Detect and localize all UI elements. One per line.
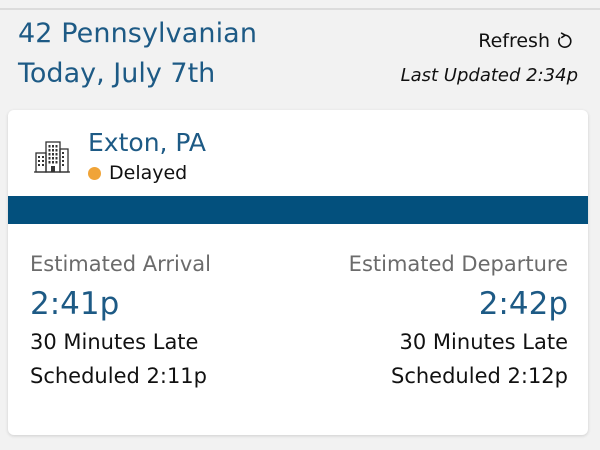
refresh-label: Refresh: [478, 30, 550, 52]
train-date: Today, July 7th: [18, 58, 216, 89]
station-card[interactable]: Exton, PA Delayed Estimated Arrival 2:41…: [8, 110, 588, 435]
arrival-label: Estimated Arrival: [30, 252, 211, 276]
arrival-scheduled: Scheduled 2:11p: [30, 364, 207, 388]
station-name: Exton, PA: [88, 128, 207, 157]
departure-time: 2:42p: [478, 286, 568, 322]
refresh-button[interactable]: Refresh: [478, 30, 574, 52]
last-updated-text: Last Updated 2:34p: [400, 65, 578, 86]
arrival-time: 2:41p: [30, 286, 120, 322]
departure-late: 30 Minutes Late: [399, 330, 568, 354]
departure-column: Estimated Departure 2:42p 30 Minutes Lat…: [349, 252, 568, 388]
departure-label: Estimated Departure: [348, 252, 568, 276]
station-row: Exton, PA Delayed: [8, 110, 588, 196]
times-section: Estimated Arrival 2:41p 30 Minutes Late …: [8, 224, 588, 435]
arrival-late: 30 Minutes Late: [30, 330, 199, 354]
status-badge: Delayed: [88, 162, 187, 184]
status-label: Delayed: [109, 162, 188, 184]
status-dot-icon: [88, 166, 101, 180]
progress-fill: [8, 196, 588, 224]
progress-bar: [8, 196, 588, 224]
refresh-icon: [556, 32, 574, 50]
departure-scheduled: Scheduled 2:12p: [391, 364, 568, 388]
train-title: 42 Pennsylvanian: [18, 18, 258, 49]
arrival-column: Estimated Arrival 2:41p 30 Minutes Late …: [30, 252, 211, 388]
train-header: 42 Pennsylvanian Today, July 7th Refresh…: [0, 10, 600, 108]
building-icon: [34, 138, 70, 174]
